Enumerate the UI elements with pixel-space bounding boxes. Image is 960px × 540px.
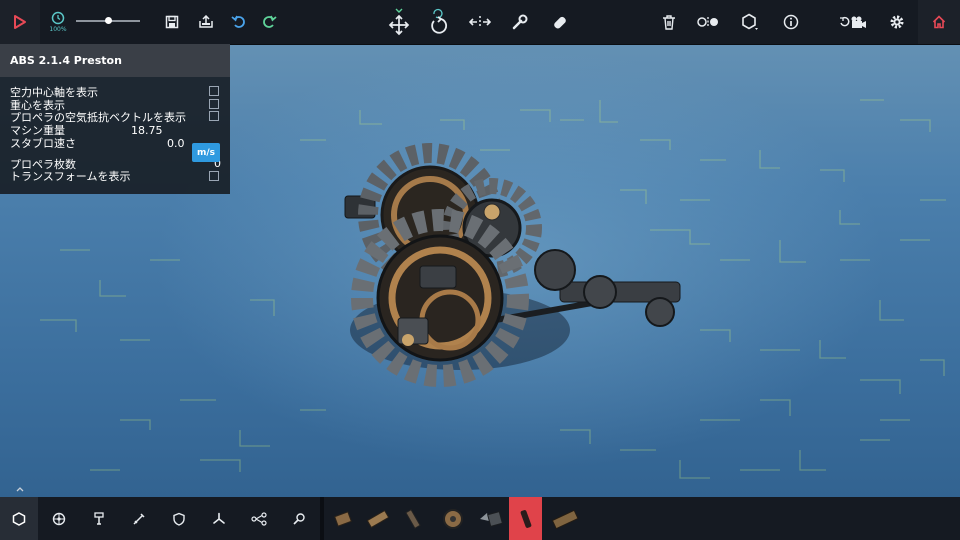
shield-icon <box>173 512 185 526</box>
expand-caret-icon[interactable] <box>14 484 26 494</box>
tab-basic[interactable] <box>40 497 78 540</box>
panel-title: ABS 2.1.4 Preston <box>0 44 230 77</box>
time-scale-slider[interactable] <box>76 17 140 24</box>
show-center-of-mass-checkbox[interactable] <box>209 99 219 109</box>
block-spike[interactable] <box>474 497 507 540</box>
redo-icon <box>263 15 277 28</box>
mod-info-panel: ABS 2.1.4 Preston 空力中心軸を表示 重心を表示 プロペラの空気… <box>0 44 230 194</box>
block-highlighted[interactable] <box>509 497 542 540</box>
info-icon <box>783 14 799 30</box>
undo-icon <box>231 15 245 28</box>
tab-armour[interactable] <box>160 497 198 540</box>
time-scale-label: 100% <box>49 26 67 33</box>
load-button[interactable] <box>194 0 218 44</box>
center-icon <box>697 17 718 27</box>
wrench-tool-button[interactable] <box>508 0 532 44</box>
block-metal-brace[interactable] <box>396 497 429 540</box>
block-ballast[interactable] <box>548 497 581 540</box>
show-propeller-drag-label: プロペラの空気抵抗ベクトルを表示 <box>10 111 186 124</box>
tab-mechanical[interactable] <box>80 497 118 540</box>
wheel-icon <box>52 512 66 525</box>
eraser-tool-button[interactable] <box>548 0 572 44</box>
nodes-icon <box>251 511 267 526</box>
symmetry-button[interactable] <box>738 0 762 44</box>
trash-icon <box>663 14 675 30</box>
home-button[interactable] <box>918 0 960 44</box>
show-aero-center-label: 空力中心軸を表示 <box>10 86 98 99</box>
show-aero-center-checkbox[interactable] <box>209 86 219 96</box>
play-button[interactable] <box>0 0 40 44</box>
show-propeller-drag-checkbox[interactable] <box>209 111 219 121</box>
machine-mass-label: マシン重量 <box>10 124 65 137</box>
slider-knob[interactable] <box>104 17 112 24</box>
machine[interactable] <box>344 143 681 387</box>
top-toolbar: 100% <box>0 0 960 45</box>
machine-mass-value: 18.75 <box>131 124 163 137</box>
wheel-block-icon <box>442 508 463 529</box>
show-transform-checkbox[interactable] <box>209 171 219 181</box>
camera-button[interactable] <box>836 0 870 44</box>
tab-search[interactable] <box>280 497 318 540</box>
tab-weaponry[interactable] <box>120 497 158 540</box>
mirror-tool-button[interactable] <box>467 0 493 44</box>
settings-button[interactable] <box>885 0 909 44</box>
propeller-icon <box>213 512 225 524</box>
spike-block-icon <box>479 510 503 527</box>
tab-blocks[interactable] <box>0 497 38 540</box>
redo-button[interactable] <box>258 0 280 44</box>
block-wheel[interactable] <box>436 497 469 540</box>
center-machine-button[interactable] <box>695 0 721 44</box>
stable-speed-label: スタブロ速さ <box>10 137 76 150</box>
block-wooden-pole[interactable] <box>361 497 394 540</box>
tab-automation[interactable] <box>240 497 278 540</box>
settings-icon <box>890 15 904 29</box>
info-button[interactable] <box>779 0 803 44</box>
tab-flight[interactable] <box>200 497 238 540</box>
speed-unit-button[interactable]: m/s <box>192 143 220 162</box>
move-tool-button[interactable] <box>386 0 412 44</box>
ballast-block-icon <box>551 509 579 529</box>
block-small-wood[interactable] <box>326 497 359 540</box>
sword-icon <box>133 512 145 525</box>
search-icon <box>293 512 305 525</box>
move-icon <box>388 8 410 36</box>
eraser-icon <box>554 16 566 29</box>
rotate-icon <box>431 8 448 34</box>
small-wood-block-icon <box>333 510 352 527</box>
rotate-tool-button[interactable] <box>426 0 452 44</box>
clear-button[interactable] <box>658 0 680 44</box>
bar-divider <box>320 497 324 540</box>
wrench-icon <box>512 14 528 30</box>
highlighted-block-icon <box>520 509 531 528</box>
wooden-pole-icon <box>366 509 389 528</box>
piston-icon <box>94 511 104 525</box>
home-icon <box>932 15 946 29</box>
show-transform-label: トランスフォームを表示 <box>10 170 131 183</box>
metal-brace-icon <box>404 508 421 529</box>
mirror-icon <box>469 16 491 28</box>
load-icon <box>199 15 213 28</box>
hexagon-icon <box>742 13 758 30</box>
stable-speed-value: 0.0 <box>167 137 185 150</box>
play-icon <box>14 15 26 29</box>
block-bar <box>0 497 960 540</box>
undo-button[interactable] <box>228 0 250 44</box>
save-button[interactable] <box>161 0 183 44</box>
camera-icon <box>840 16 866 28</box>
time-scale-button[interactable]: 100% <box>44 0 72 44</box>
hexagon-icon <box>12 511 26 526</box>
clock-icon <box>51 11 65 25</box>
save-icon <box>165 15 179 29</box>
